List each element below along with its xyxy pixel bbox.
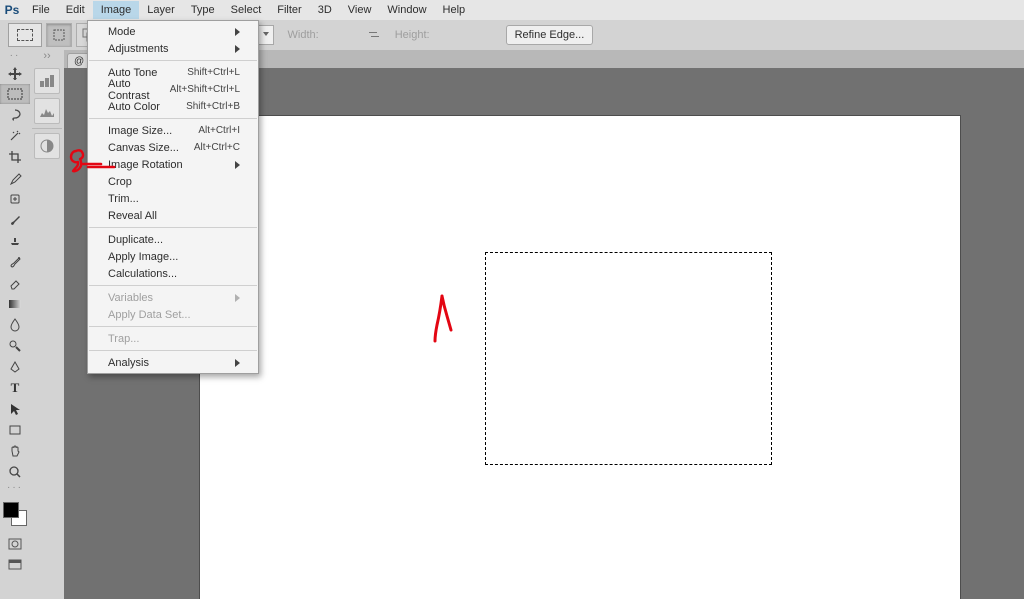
- brush-tool[interactable]: [0, 210, 30, 230]
- clone-stamp-tool[interactable]: [0, 231, 30, 251]
- menu-calculations[interactable]: Calculations...: [88, 265, 258, 282]
- menu-auto-contrast[interactable]: Auto ContrastAlt+Shift+Ctrl+L: [88, 81, 258, 98]
- zoom-tool[interactable]: [0, 462, 30, 482]
- crop-tool[interactable]: [0, 147, 30, 167]
- menu-analysis[interactable]: Analysis: [88, 354, 258, 371]
- submenu-arrow-icon: [235, 294, 240, 302]
- pen-tool[interactable]: [0, 357, 30, 377]
- menu-trim[interactable]: Trim...: [88, 190, 258, 207]
- menu-image-rotation[interactable]: Image Rotation: [88, 156, 258, 173]
- menu-canvas-size[interactable]: Canvas Size...Alt+Ctrl+C: [88, 139, 258, 156]
- image-menu-dropdown: Mode Adjustments Auto ToneShift+Ctrl+L A…: [87, 20, 259, 374]
- submenu-arrow-icon: [235, 28, 240, 36]
- menu-window[interactable]: Window: [379, 1, 434, 19]
- menu-image-size[interactable]: Image Size...Alt+Ctrl+I: [88, 122, 258, 139]
- menu-select[interactable]: Select: [223, 1, 270, 19]
- collapsed-panels: ››: [30, 50, 65, 599]
- panels-expand-grip[interactable]: ››: [30, 50, 64, 64]
- marquee-icon: [17, 29, 33, 41]
- adjustments-panel-icon[interactable]: [34, 133, 60, 159]
- type-tool[interactable]: T: [0, 378, 30, 398]
- magic-wand-tool[interactable]: [0, 126, 30, 146]
- menu-variables: Variables: [88, 289, 258, 306]
- menu-duplicate[interactable]: Duplicate...: [88, 231, 258, 248]
- menu-edit[interactable]: Edit: [58, 1, 93, 19]
- menu-apply-image[interactable]: Apply Image...: [88, 248, 258, 265]
- tools-collapse-grip[interactable]: ··: [0, 50, 30, 62]
- quick-mask-toggle[interactable]: [0, 534, 30, 554]
- menu-3d[interactable]: 3D: [310, 1, 340, 19]
- menu-mode[interactable]: Mode: [88, 23, 258, 40]
- menu-apply-data-set: Apply Data Set...: [88, 306, 258, 323]
- eyedropper-tool[interactable]: [0, 168, 30, 188]
- marquee-tool[interactable]: [0, 84, 30, 104]
- swap-dimensions-icon[interactable]: [367, 28, 381, 42]
- color-panel-icon[interactable]: [34, 68, 60, 94]
- app-logo: Ps: [0, 0, 24, 20]
- height-label: Height:: [395, 29, 430, 41]
- color-swatches[interactable]: [1, 500, 29, 528]
- hand-tool[interactable]: [0, 441, 30, 461]
- healing-brush-tool[interactable]: [0, 189, 30, 209]
- menu-auto-color[interactable]: Auto ColorShift+Ctrl+B: [88, 98, 258, 115]
- menu-file[interactable]: File: [24, 1, 58, 19]
- dodge-tool[interactable]: [0, 336, 30, 356]
- submenu-arrow-icon: [235, 161, 240, 169]
- width-label: Width:: [288, 29, 319, 41]
- history-brush-tool[interactable]: [0, 252, 30, 272]
- tools-panel: ·· T ···: [0, 50, 31, 599]
- menu-trap: Trap...: [88, 330, 258, 347]
- selection-new-button[interactable]: [46, 23, 72, 47]
- foreground-swatch[interactable]: [3, 502, 19, 518]
- refine-edge-button[interactable]: Refine Edge...: [506, 25, 594, 45]
- menu-crop[interactable]: Crop: [88, 173, 258, 190]
- menu-view[interactable]: View: [340, 1, 380, 19]
- tool-preset-well[interactable]: [8, 23, 42, 47]
- path-selection-tool[interactable]: [0, 399, 30, 419]
- menu-help[interactable]: Help: [435, 1, 474, 19]
- menu-layer[interactable]: Layer: [139, 1, 183, 19]
- menu-adjustments[interactable]: Adjustments: [88, 40, 258, 57]
- tools-divider: ···: [0, 482, 30, 494]
- menu-reveal-all[interactable]: Reveal All: [88, 207, 258, 224]
- gradient-tool[interactable]: [0, 294, 30, 314]
- marquee-selection[interactable]: [485, 252, 772, 465]
- selection-new-icon: [52, 28, 66, 42]
- menubar: Ps File Edit Image Layer Type Select Fil…: [0, 0, 1024, 21]
- submenu-arrow-icon: [235, 359, 240, 367]
- lasso-tool[interactable]: [0, 105, 30, 125]
- histogram-panel-icon[interactable]: [34, 98, 60, 124]
- menu-filter[interactable]: Filter: [269, 1, 309, 19]
- refine-edge-label: Refine Edge...: [515, 29, 585, 41]
- rectangle-tool[interactable]: [0, 420, 30, 440]
- blur-tool[interactable]: [0, 315, 30, 335]
- screen-mode-button[interactable]: [0, 555, 30, 575]
- menu-type[interactable]: Type: [183, 1, 223, 19]
- menu-image[interactable]: Image: [93, 1, 140, 19]
- move-tool[interactable]: [0, 63, 30, 83]
- submenu-arrow-icon: [235, 45, 240, 53]
- eraser-tool[interactable]: [0, 273, 30, 293]
